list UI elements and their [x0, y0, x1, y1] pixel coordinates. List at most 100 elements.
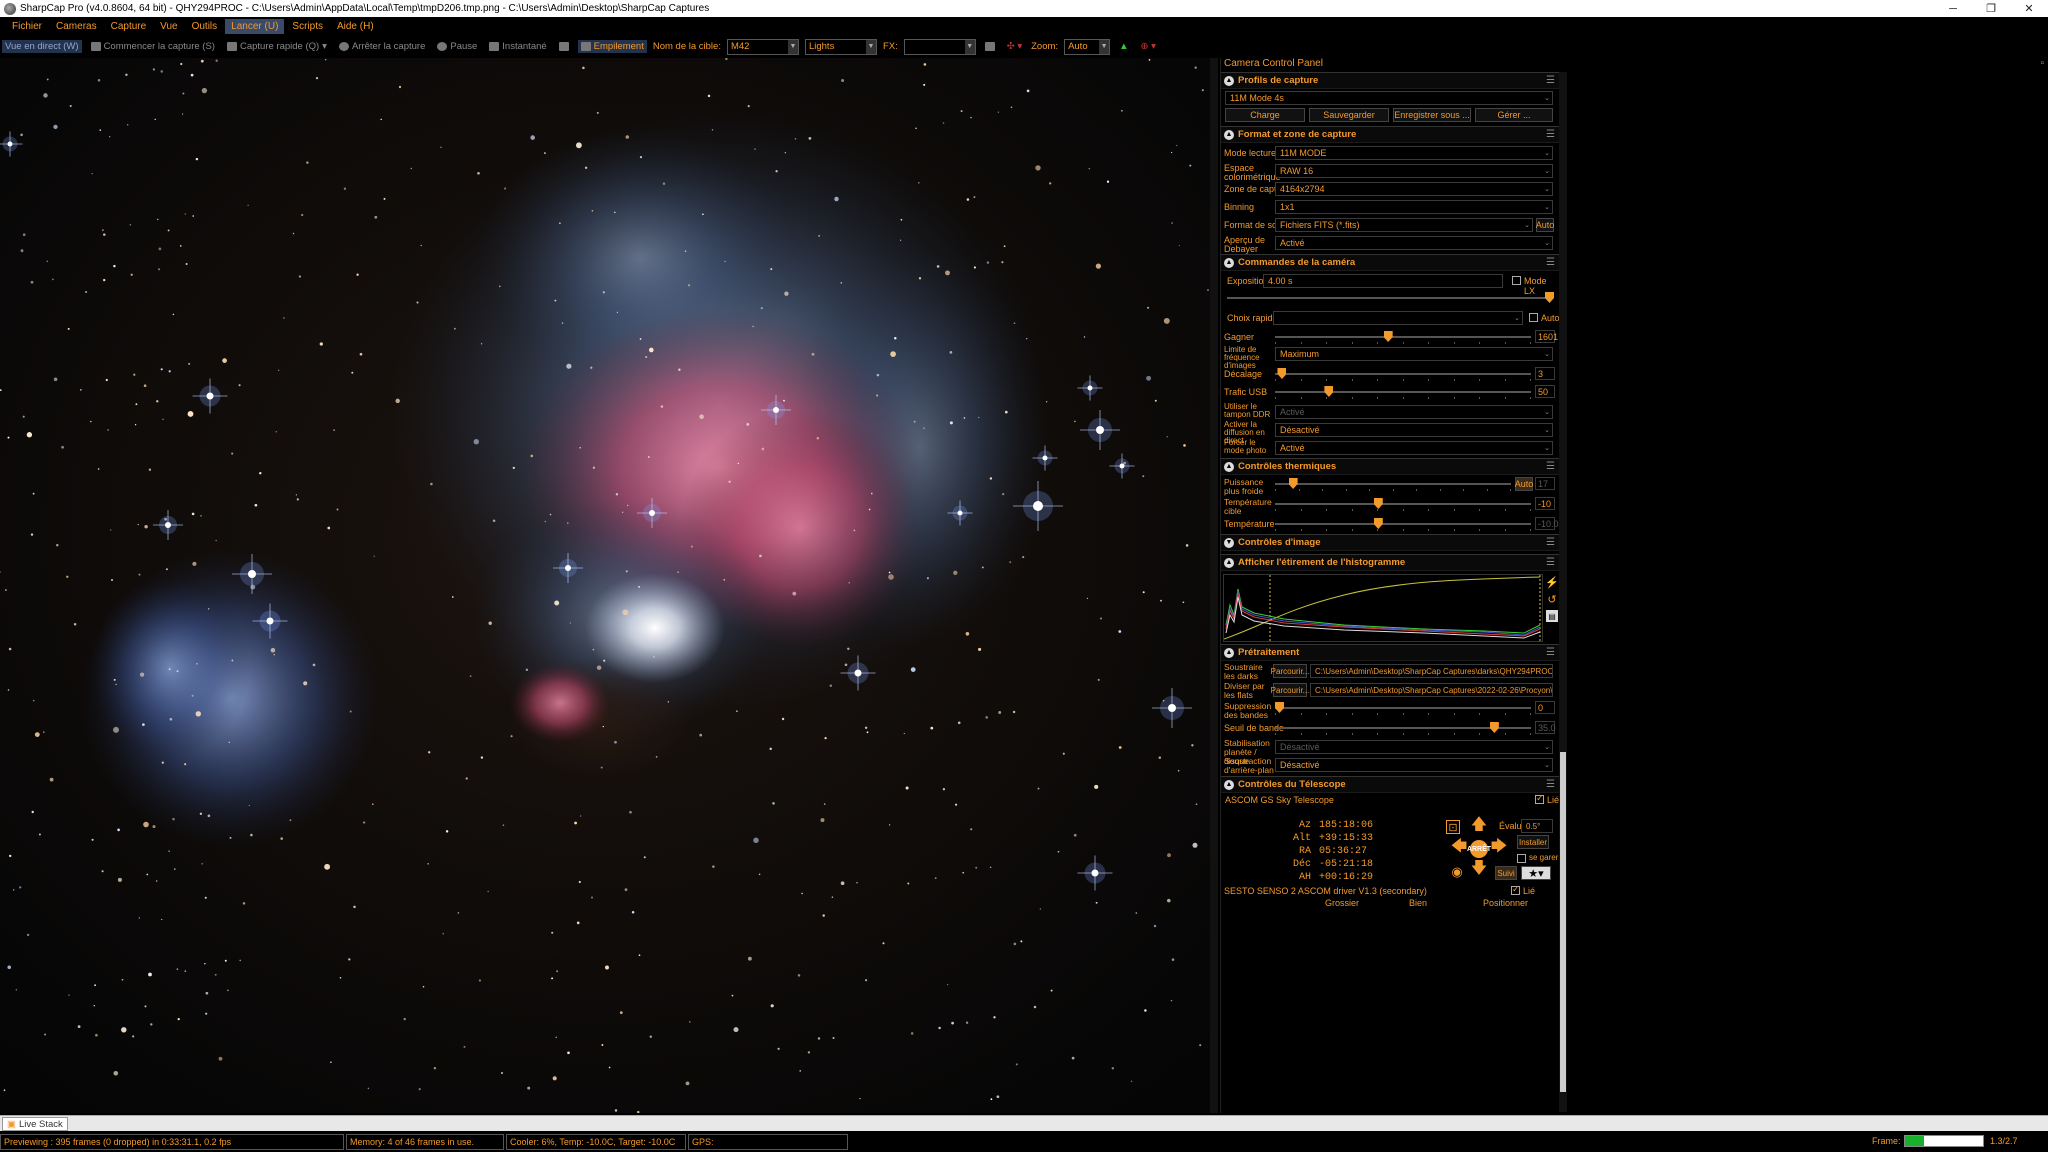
section-telescope[interactable]: ▲ Contrôles du Télescope ☰: [1221, 776, 1559, 793]
flat-browse-button[interactable]: Parcourir...: [1271, 683, 1309, 697]
menu-fichier[interactable]: Fichier: [6, 19, 48, 34]
south-arrow-icon[interactable]: 🡇: [1471, 860, 1487, 878]
section-capture-profiles[interactable]: ▲ Profils de capture ☰: [1221, 72, 1559, 89]
image-viewport[interactable]: [0, 58, 1210, 1113]
stop-capture-button[interactable]: Arrêter la capture: [336, 40, 428, 53]
debayer-select[interactable]: Activé ⌄: [1275, 236, 1553, 250]
section-menu-icon[interactable]: ☰: [1546, 557, 1555, 568]
section-image-controls[interactable]: ▼ Contrôles d'image ☰: [1221, 534, 1559, 551]
section-menu-icon[interactable]: ☰: [1546, 129, 1555, 140]
usb-traffic-slider-thumb[interactable]: [1324, 386, 1334, 397]
section-menu-icon[interactable]: ☰: [1546, 461, 1555, 472]
target-icon[interactable]: ◉: [1449, 864, 1465, 880]
photo-mode-select[interactable]: Activé ⌄: [1275, 441, 1553, 455]
histogram-reset-icon[interactable]: ↺: [1546, 593, 1558, 606]
reticle-button[interactable]: ✣ ▾: [1004, 40, 1025, 53]
telescope-setup-button[interactable]: Installer: [1517, 835, 1549, 849]
live-view-button[interactable]: Vue en direct (W): [2, 40, 82, 53]
target-temp-slider-thumb[interactable]: [1373, 498, 1383, 509]
quick-capture-button[interactable]: Capture rapide (Q) ▾: [224, 40, 330, 53]
menu-outils[interactable]: Outils: [186, 19, 224, 34]
home-icon[interactable]: ⊡: [1446, 820, 1460, 834]
pause-button[interactable]: Pause: [434, 40, 480, 53]
readout-mode-select[interactable]: 11M MODE ⌄: [1275, 146, 1553, 160]
zoom-tool-button[interactable]: ⊕ ▾: [1137, 40, 1158, 53]
star-goto-icon[interactable]: ★▾: [1521, 866, 1551, 880]
histogram-toggle-button[interactable]: ▲: [1116, 40, 1131, 53]
collapse-icon[interactable]: ▲: [1224, 129, 1234, 140]
quick-pick-select[interactable]: ⌄: [1273, 311, 1523, 325]
banding-suppression-value[interactable]: 0: [1535, 701, 1555, 714]
frame-type-select[interactable]: Lights ▼: [804, 38, 877, 55]
collapse-icon[interactable]: ▲: [1224, 257, 1234, 268]
gain-slider[interactable]: [1275, 331, 1531, 344]
section-thermal[interactable]: ▲ Contrôles thermiques ☰: [1221, 458, 1559, 475]
target-temp-value[interactable]: -10: [1535, 497, 1555, 510]
menu-lancer[interactable]: Lancer (U): [225, 19, 285, 34]
section-menu-icon[interactable]: ☰: [1546, 257, 1555, 268]
live-stack-tab[interactable]: ▣ Live Stack: [2, 1117, 68, 1131]
exposure-slider-thumb[interactable]: [1545, 292, 1554, 303]
output-auto-button[interactable]: Auto: [1536, 218, 1554, 232]
profile-manage-button[interactable]: Gérer ...: [1475, 108, 1553, 122]
collapse-icon[interactable]: ▲: [1224, 461, 1234, 472]
gain-slider-thumb[interactable]: [1383, 331, 1393, 342]
section-menu-icon[interactable]: ☰: [1546, 647, 1555, 658]
north-arrow-icon[interactable]: 🡅: [1471, 816, 1487, 834]
start-capture-button[interactable]: Commencer la capture (S): [88, 40, 218, 53]
profile-save-button[interactable]: Sauvegarder: [1309, 108, 1389, 122]
settings-tool-button[interactable]: [556, 41, 572, 52]
dark-browse-button[interactable]: Parcourir...: [1271, 664, 1309, 678]
profile-select[interactable]: 11M Mode 4s ⌄: [1225, 91, 1553, 105]
section-menu-icon[interactable]: ☰: [1546, 537, 1555, 548]
focuser-linked-checkbox[interactable]: [1511, 884, 1520, 895]
banding-suppression-slider[interactable]: [1275, 702, 1531, 715]
menu-vue[interactable]: Vue: [154, 19, 183, 34]
stabilization-select[interactable]: Désactivé ⌄: [1275, 740, 1553, 754]
tracking-button[interactable]: Suivi: [1495, 866, 1517, 880]
zoom-select[interactable]: Auto ▼: [1064, 38, 1111, 55]
collapse-icon[interactable]: ▲: [1224, 779, 1234, 790]
minimize-button[interactable]: ─: [1934, 0, 1972, 17]
maximize-button[interactable]: ❐: [1972, 0, 2010, 17]
cooler-power-slider[interactable]: [1275, 478, 1511, 491]
exposure-input[interactable]: 4.00 s: [1263, 274, 1503, 288]
grid-toggle-button[interactable]: [982, 41, 998, 52]
cooler-auto-button[interactable]: Auto: [1515, 477, 1533, 491]
banding-threshold-thumb[interactable]: [1489, 722, 1499, 733]
binning-select[interactable]: 1x1 ⌄: [1275, 200, 1553, 214]
histogram-save-icon[interactable]: ▤: [1546, 610, 1558, 622]
west-arrow-icon[interactable]: 🡄: [1451, 838, 1468, 856]
collapse-icon[interactable]: ▲: [1224, 647, 1234, 658]
dark-file-select[interactable]: C:\Users\Admin\Desktop\SharpCap Captures…: [1310, 664, 1553, 678]
stop-slew-button[interactable]: ARRÊT: [1467, 840, 1491, 858]
gain-value[interactable]: 1601: [1535, 330, 1558, 343]
stacking-button[interactable]: Empilement: [577, 40, 647, 53]
ddr-buffer-select[interactable]: Activé ⌄: [1275, 405, 1553, 419]
fx-select[interactable]: ▼: [903, 38, 976, 55]
live-stream-select[interactable]: Désactivé ⌄: [1275, 423, 1553, 437]
close-button[interactable]: ✕: [2010, 0, 2048, 17]
exposure-auto-checkbox[interactable]: [1529, 313, 1538, 322]
section-camera-controls[interactable]: ▲ Commandes de la caméra ☰: [1221, 254, 1559, 271]
section-format[interactable]: ▲ Format et zone de capture ☰: [1221, 126, 1559, 143]
collapse-icon[interactable]: ▲: [1224, 75, 1234, 86]
mode-lx-checkbox[interactable]: [1512, 276, 1521, 285]
panel-pin-icon[interactable]: ▫: [2040, 58, 2044, 69]
target-name-input[interactable]: M42 ▼: [726, 38, 799, 55]
cooler-power-slider-thumb[interactable]: [1288, 478, 1298, 489]
offset-slider-thumb[interactable]: [1277, 368, 1287, 379]
capture-area-select[interactable]: 4164x2794 ⌄: [1275, 182, 1553, 196]
viewport-scrollbar[interactable]: [1210, 58, 1218, 1113]
banding-slider-thumb[interactable]: [1275, 702, 1284, 713]
section-histogram[interactable]: ▲ Afficher l'étirement de l'histogramme …: [1221, 554, 1559, 571]
histogram-auto-stretch-icon[interactable]: ⚡: [1545, 576, 1559, 589]
offset-value[interactable]: 3: [1535, 367, 1555, 380]
colorspace-select[interactable]: RAW 16 ⌄: [1275, 164, 1553, 178]
usb-traffic-slider[interactable]: [1275, 386, 1531, 399]
offset-slider[interactable]: [1275, 368, 1531, 381]
section-preprocessing[interactable]: ▲ Prétraitement ☰: [1221, 644, 1559, 661]
banding-threshold-value[interactable]: 35.0: [1535, 721, 1556, 734]
usb-traffic-value[interactable]: 50: [1535, 385, 1555, 398]
menu-aide[interactable]: Aide (H): [331, 19, 380, 34]
